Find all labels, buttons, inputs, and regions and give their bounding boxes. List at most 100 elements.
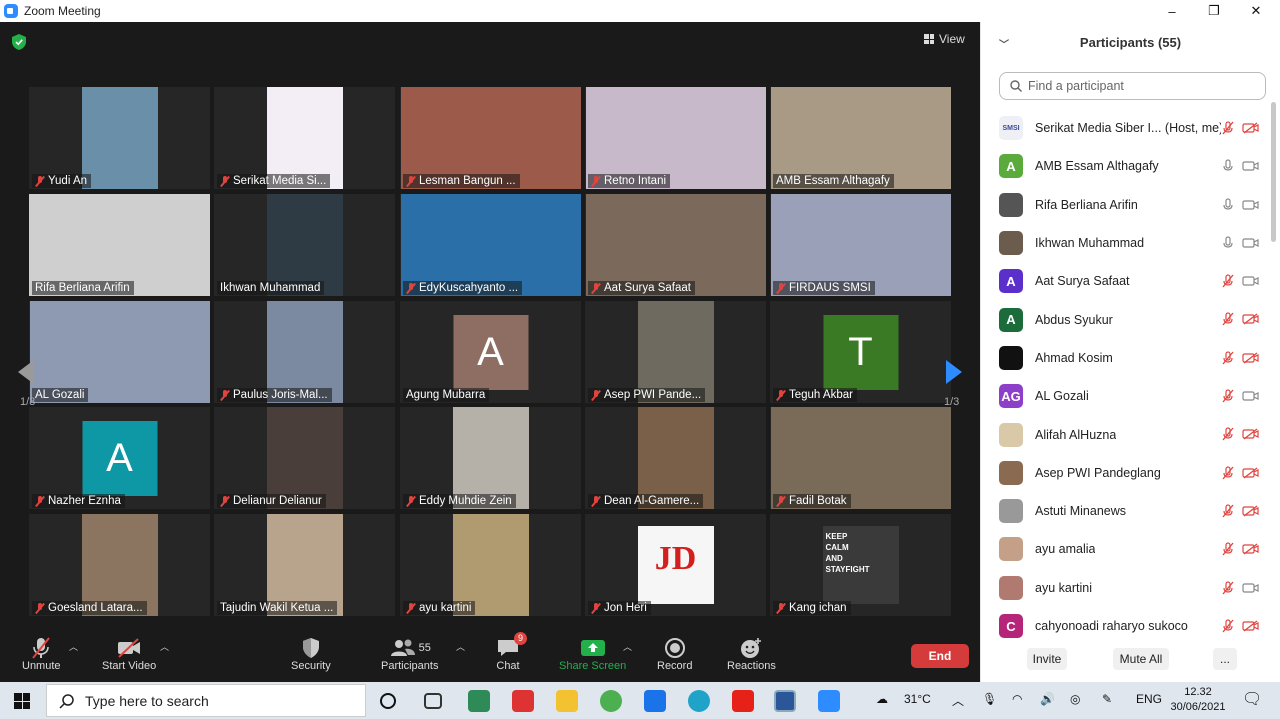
participant-row[interactable]: ayu amalia [981,530,1280,568]
mic-muted-icon[interactable] [1222,542,1234,556]
video-tile[interactable]: AL Gozali [29,301,210,403]
video-off-icon[interactable] [1242,505,1260,517]
video-tile[interactable]: Goesland Latara... [29,514,210,616]
participant-row[interactable]: ayu kartini [981,569,1280,607]
chrome-icon[interactable] [600,690,622,712]
video-off-icon[interactable] [1242,467,1260,479]
mic-muted-icon[interactable] [1222,466,1234,480]
collapse-chevron-icon[interactable]: ﹀ [999,36,1009,51]
video-off-icon[interactable] [1242,122,1260,134]
app-icon[interactable] [468,690,490,712]
video-off-icon[interactable] [1242,352,1260,364]
mic-muted-icon[interactable] [1222,580,1234,595]
record-button[interactable]: Record [657,636,692,672]
security-button[interactable]: Security [291,636,331,672]
mic-muted-icon[interactable] [1222,619,1234,633]
restore-button[interactable]: ❐ [1194,0,1234,22]
participants-button[interactable]: 55 Participants [381,636,438,672]
mic-muted-icon[interactable] [1222,427,1234,441]
next-page-arrow-icon[interactable] [946,360,962,384]
word-icon[interactable] [774,690,796,712]
video-tile[interactable]: Ikhwan Muhammad [214,194,395,296]
cortana-icon[interactable] [380,693,396,709]
video-icon[interactable] [1242,582,1260,594]
participant-row[interactable]: Asep PWI Pandeglang [981,454,1280,492]
invite-button[interactable]: Invite [1027,648,1067,670]
participants-caret-icon[interactable]: ︿ [456,640,465,653]
video-icon[interactable] [1242,237,1260,249]
mail-icon[interactable] [644,690,666,712]
minimize-button[interactable]: – [1152,0,1192,22]
video-tile[interactable]: Eddy Muhdie Zein [400,407,581,509]
video-tile[interactable]: A Nazher Eznha [29,407,210,509]
mic-muted-icon[interactable] [1222,389,1234,403]
video-tile[interactable]: Dean Al-Gamere... [585,407,766,509]
security-shield-icon[interactable] [12,34,26,50]
video-tile[interactable]: Delianur Delianur [214,407,395,509]
participant-row[interactable]: Ahmad Kosim [981,339,1280,377]
video-tile[interactable]: Paulus Joris-Mal... [214,301,395,403]
weather-temp[interactable]: 31°C [904,692,931,706]
video-icon[interactable] [1242,160,1260,172]
chevron-up-icon[interactable]: ︿ [952,692,964,709]
video-tile[interactable]: ayu kartini [400,514,581,616]
participant-row[interactable]: A Abdus Syukur [981,300,1280,338]
video-tile[interactable]: Lesman Bangun ... [400,87,581,189]
edge-icon[interactable] [688,690,710,712]
video-tile[interactable]: AMB Essam Althagafy [770,87,951,189]
share-options-caret-icon[interactable]: ︿ [623,640,632,653]
file-explorer-icon[interactable] [556,690,578,712]
video-icon[interactable] [1242,275,1260,287]
mic-icon[interactable] [1222,159,1234,173]
participant-row[interactable]: A AMB Essam Althagafy [981,147,1280,185]
gift-app-icon[interactable] [512,690,534,712]
video-tile[interactable]: Tajudin Wakil Ketua ... [214,514,395,616]
weather-icon[interactable]: ☁ [876,692,888,706]
mic-muted-icon[interactable] [1222,274,1234,288]
video-off-icon[interactable] [1242,543,1260,555]
participant-search-input[interactable]: Find a participant [999,72,1266,100]
participant-row[interactable]: Rifa Berliana Arifin [981,186,1280,224]
participant-row[interactable]: Alifah AlHuzna [981,415,1280,453]
video-tile[interactable]: Fadil Botak [770,407,951,509]
mic-muted-icon[interactable] [1222,121,1234,135]
participant-row[interactable]: Ikhwan Muhammad [981,224,1280,262]
participant-row[interactable]: AG AL Gozali [981,377,1280,415]
share-screen-button[interactable]: Share Screen [559,636,626,672]
previous-page-arrow-icon[interactable] [18,360,34,384]
video-tile[interactable]: Rifa Berliana Arifin [29,194,210,296]
mic-muted-icon[interactable] [1222,504,1234,518]
video-off-icon[interactable] [1242,313,1260,325]
audio-options-caret-icon[interactable]: ︿ [69,640,78,653]
taskbar-search-input[interactable]: Type here to search [46,684,366,717]
task-view-icon[interactable] [424,693,442,709]
mute-all-button[interactable]: Mute All [1113,648,1169,670]
video-icon[interactable] [1242,390,1260,402]
chat-button[interactable]: 9 Chat [496,632,527,672]
video-tile[interactable]: FIRDAUS SMSI [770,194,951,296]
youtube-icon[interactable] [732,690,754,712]
video-tile[interactable]: Yudi An [29,87,210,189]
video-off-icon[interactable] [1242,428,1260,440]
participant-row[interactable]: Astuti Minanews [981,492,1280,530]
participant-row[interactable]: A Aat Surya Safaat [981,262,1280,300]
video-options-caret-icon[interactable]: ︿ [160,640,169,653]
pen-icon[interactable]: ✎ [1102,692,1112,706]
video-icon[interactable] [1242,199,1260,211]
clock[interactable]: 12.32 30/06/2021 [1168,685,1228,715]
more-options-button[interactable]: ... [1213,648,1237,670]
mic-muted-icon[interactable] [1222,351,1234,365]
panel-scrollbar[interactable] [1271,102,1276,242]
close-button[interactable]: ✕ [1236,0,1276,22]
windows-start-icon[interactable] [14,693,30,709]
notifications-icon[interactable]: 🗨 [1242,689,1262,709]
webcam-icon[interactable]: ◎ [1070,692,1080,706]
participant-row[interactable]: Ccahyonoadi raharyo sukoco [981,607,1280,645]
mic-muted-icon[interactable] [1222,312,1234,326]
start-video-button[interactable]: Start Video [102,636,156,672]
microphone-icon[interactable]: 🎙 [982,692,997,706]
language-indicator[interactable]: ENG [1136,692,1162,706]
unmute-button[interactable]: Unmute [22,636,61,672]
video-tile[interactable]: EdyKuscahyanto ... [400,194,581,296]
video-tile[interactable]: T Teguh Akbar [770,301,951,403]
